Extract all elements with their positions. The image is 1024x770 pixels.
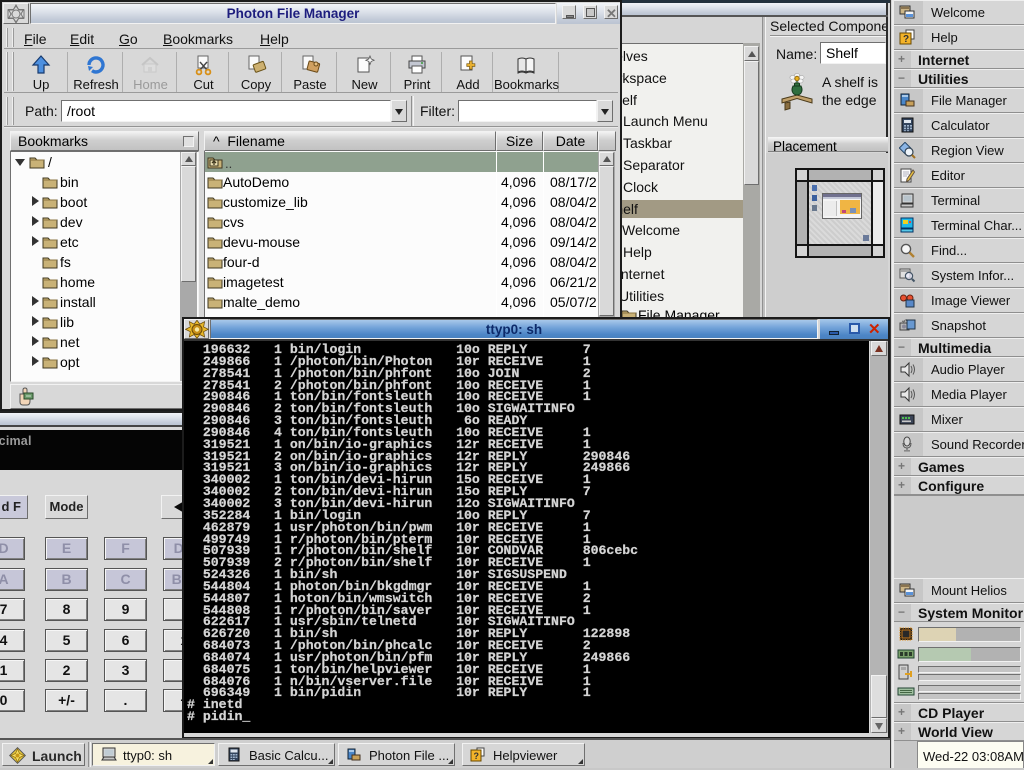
svg-text:?: ? (903, 34, 909, 45)
svg-text:?: ? (474, 751, 480, 761)
